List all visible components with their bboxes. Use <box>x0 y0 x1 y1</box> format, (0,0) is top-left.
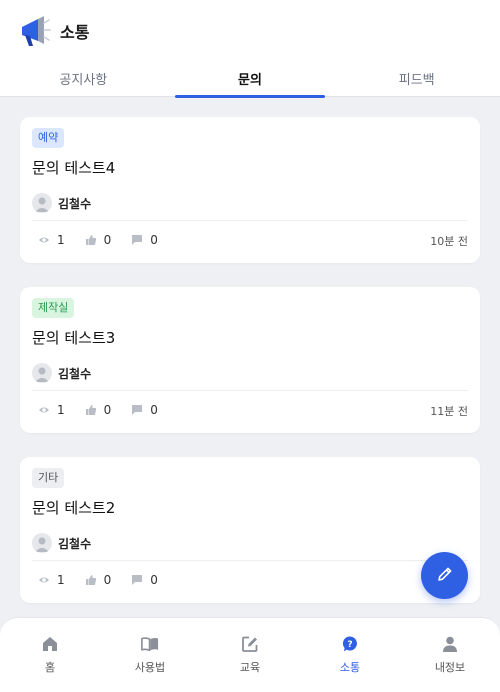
header: 소통 공지사항 문의 피드백 <box>0 0 500 98</box>
category-badge: 기타 <box>32 468 65 488</box>
nav-item-guide[interactable]: 사용법 <box>100 618 200 692</box>
view-count: 1 <box>38 403 65 417</box>
avatar <box>32 363 52 383</box>
megaphone-icon <box>18 13 52 49</box>
tab-label: 공지사항 <box>59 73 108 88</box>
eye-icon <box>38 404 50 416</box>
avatar <box>32 193 52 213</box>
nav-label: 소통 <box>339 661 361 674</box>
category-badge: 제작실 <box>32 298 75 318</box>
author-name: 김철수 <box>58 366 92 381</box>
nav-label: 홈 <box>44 661 56 674</box>
divider <box>32 220 468 221</box>
nav-item-my-info[interactable]: 내정보 <box>400 618 500 692</box>
like-count-value: 0 <box>103 403 112 417</box>
thumbs-up-icon <box>85 574 97 586</box>
pencil-icon <box>436 565 454 587</box>
avatar <box>32 533 52 553</box>
eye-icon <box>38 234 50 246</box>
comment-count-value: 0 <box>150 403 158 417</box>
view-count-value: 1 <box>57 403 65 417</box>
comment-count: 0 <box>131 403 158 417</box>
tab-label: 피드백 <box>398 73 435 88</box>
tab-feedback[interactable]: 피드백 <box>333 60 500 97</box>
tab-notice[interactable]: 공지사항 <box>0 60 167 97</box>
comment-icon <box>131 574 143 586</box>
book-icon <box>141 635 159 653</box>
edit-square-icon <box>241 635 259 653</box>
like-count-value: 0 <box>103 233 112 247</box>
thumbs-up-icon <box>85 404 97 416</box>
nav-item-community[interactable]: ? 소통 <box>300 618 400 692</box>
post-stats: 1 0 0 <box>38 573 178 587</box>
eye-icon <box>38 574 50 586</box>
app-root: 소통 공지사항 문의 피드백 예약 문의 테스트4 김철수 1 0 0 10분 … <box>0 0 500 692</box>
nav-label: 교육 <box>239 661 261 674</box>
thumbs-up-icon <box>85 234 97 246</box>
tab-inquiry[interactable]: 문의 <box>167 60 334 98</box>
svg-text:?: ? <box>347 640 352 650</box>
like-count: 0 <box>85 403 112 417</box>
like-count: 0 <box>85 573 112 587</box>
tab-bar: 공지사항 문의 피드백 <box>0 60 500 98</box>
post-card[interactable]: 예약 문의 테스트4 김철수 1 0 0 10분 전 <box>20 117 480 263</box>
view-count: 1 <box>38 573 65 587</box>
post-author: 김철수 <box>32 193 91 213</box>
category-badge: 예약 <box>32 128 65 148</box>
post-stats: 1 0 0 <box>38 403 178 417</box>
post-card[interactable]: 제작실 문의 테스트3 김철수 1 0 0 11분 전 <box>20 287 480 433</box>
author-name: 김철수 <box>58 536 92 551</box>
brand: 소통 <box>18 13 89 49</box>
post-list: 예약 문의 테스트4 김철수 1 0 0 10분 전 제작실 문의 테스트3 김… <box>0 97 500 617</box>
nav-item-home[interactable]: 홈 <box>0 618 100 692</box>
divider <box>32 560 468 561</box>
comment-count-value: 0 <box>150 573 158 587</box>
nav-label: 사용법 <box>134 661 166 674</box>
comment-icon <box>131 404 143 416</box>
like-count: 0 <box>85 233 112 247</box>
comment-icon <box>131 234 143 246</box>
tab-label: 문의 <box>238 73 262 88</box>
post-title: 문의 테스트2 <box>32 499 116 517</box>
post-time: 11분 전 <box>430 405 468 418</box>
view-count: 1 <box>38 233 65 247</box>
person-icon <box>441 635 459 653</box>
nav-label: 내정보 <box>434 661 466 674</box>
view-count-value: 1 <box>57 573 65 587</box>
question-bubble-icon: ? <box>341 635 359 653</box>
comment-count: 0 <box>131 233 158 247</box>
post-title: 문의 테스트3 <box>32 329 116 347</box>
post-author: 김철수 <box>32 363 91 383</box>
post-time: 10분 전 <box>430 235 468 248</box>
write-post-button[interactable] <box>421 552 468 599</box>
comment-count-value: 0 <box>150 233 158 247</box>
home-icon <box>41 635 59 653</box>
view-count-value: 1 <box>57 233 65 247</box>
post-author: 김철수 <box>32 533 91 553</box>
post-title: 문의 테스트4 <box>32 159 116 177</box>
page-title: 소통 <box>60 23 90 42</box>
author-name: 김철수 <box>58 196 92 211</box>
nav-item-education[interactable]: 교육 <box>200 618 300 692</box>
post-card[interactable]: 기타 문의 테스트2 김철수 1 0 0 <box>20 457 480 603</box>
post-stats: 1 0 0 <box>38 233 178 247</box>
divider <box>32 390 468 391</box>
bottom-nav: 홈 사용법 교육 ? 소통 내정보 <box>0 617 500 692</box>
like-count-value: 0 <box>103 573 112 587</box>
comment-count: 0 <box>131 573 158 587</box>
